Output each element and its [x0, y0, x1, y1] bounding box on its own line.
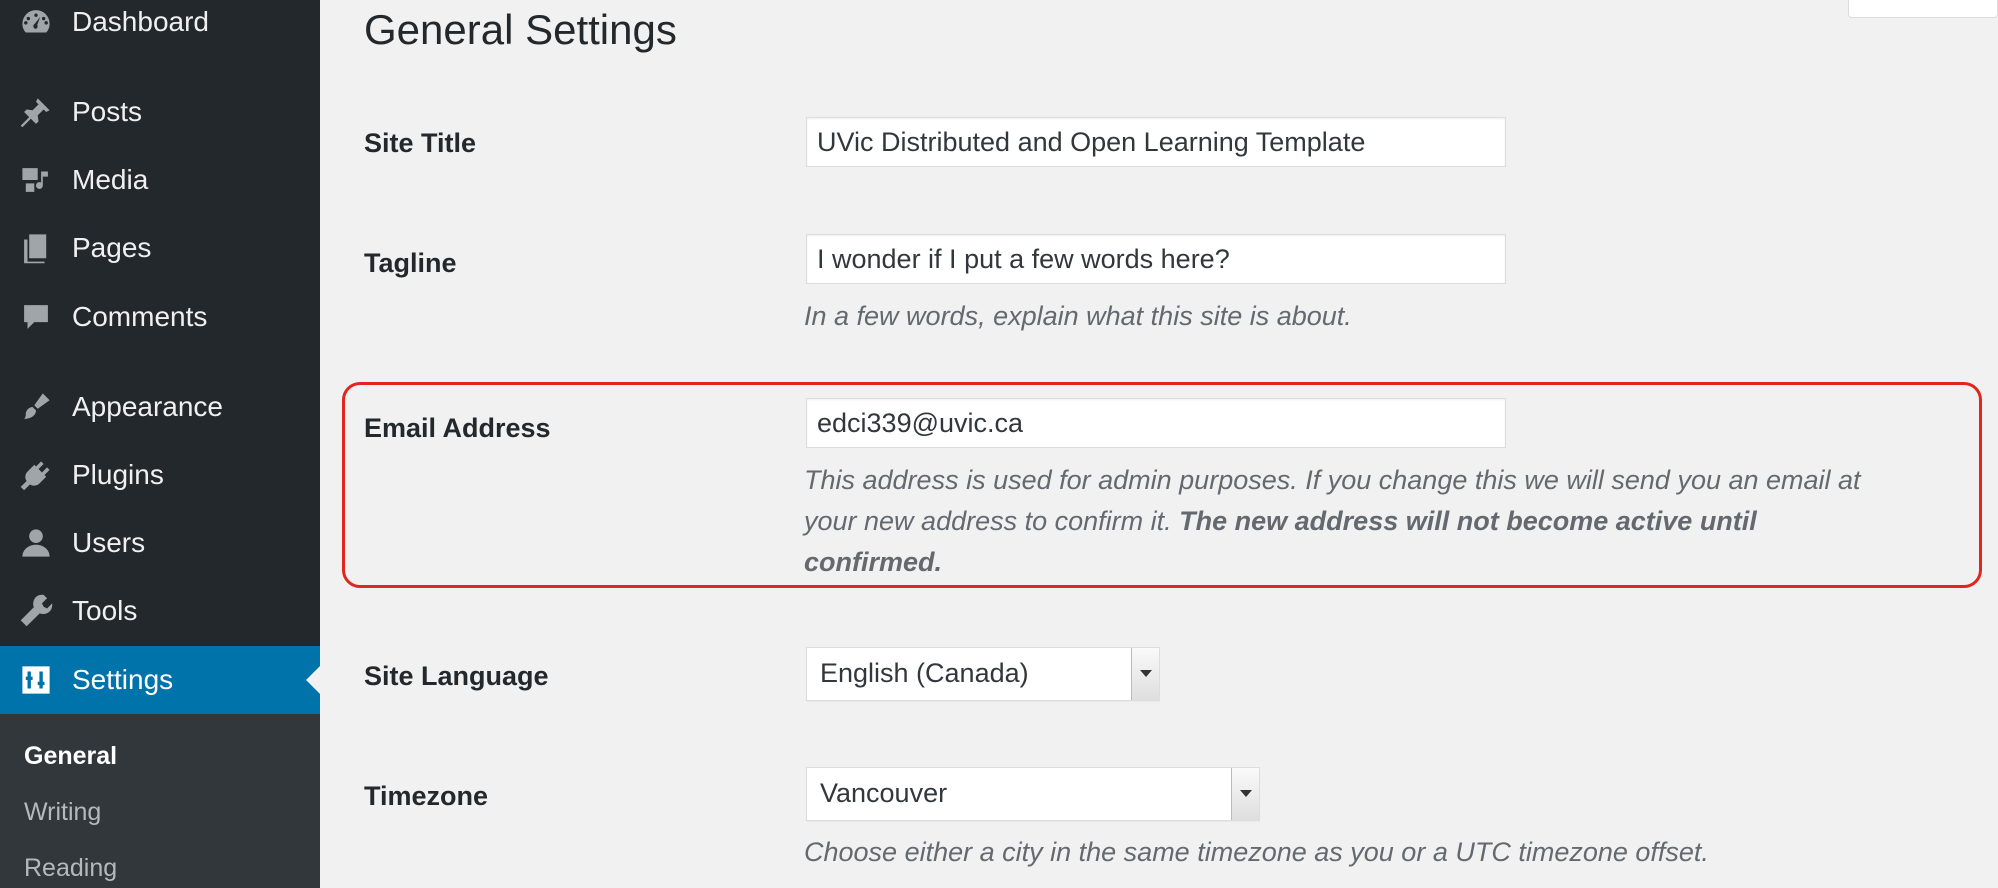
sidebar-item-plugins[interactable]: Plugins	[0, 445, 320, 505]
email-address-label: Email Address	[364, 413, 551, 443]
sidebar-item-users[interactable]: Users	[0, 513, 320, 573]
email-description-line-2: your new address to confirm it. The new …	[804, 501, 1984, 542]
comment-icon	[18, 299, 54, 335]
main-content: General Settings Site Title Tagline In a…	[320, 0, 1998, 888]
tagline-description: In a few words, explain what this site i…	[804, 301, 1352, 331]
dropdown-arrow-icon	[1131, 648, 1159, 700]
sidebar-item-label: Comments	[72, 301, 208, 332]
email-description-emphasis-end: confirmed.	[804, 547, 943, 577]
sidebar-item-label: Dashboard	[72, 6, 209, 37]
sidebar-item-label: Media	[72, 164, 149, 195]
email-description-line-1: This address is used for admin purposes.…	[804, 465, 1861, 495]
sidebar-item-label: Users	[72, 527, 146, 558]
sidebar-item-label: Plugins	[72, 459, 164, 490]
wrench-icon	[18, 593, 54, 629]
sidebar-item-dashboard[interactable]: Dashboard	[0, 0, 320, 52]
sidebar-item-label: Appearance	[72, 391, 224, 422]
submenu-item-writing[interactable]: Writing	[24, 798, 101, 827]
pushpin-icon	[18, 94, 54, 130]
timezone-select[interactable]: Vancouver	[806, 767, 1260, 821]
email-description-line-3: confirmed.	[804, 542, 1984, 583]
current-menu-arrow	[306, 666, 320, 694]
site-language-select[interactable]: English (Canada)	[806, 647, 1160, 701]
screen-options-button[interactable]	[1848, 0, 1998, 18]
sidebar-item-appearance[interactable]: Appearance	[0, 377, 320, 437]
user-icon	[18, 525, 54, 561]
timezone-description: Choose either a city in the same timezon…	[804, 837, 1709, 867]
sidebar-item-posts[interactable]: Posts	[0, 82, 320, 142]
site-title-label: Site Title	[364, 128, 477, 158]
plugin-icon	[18, 457, 54, 493]
tagline-label: Tagline	[364, 248, 457, 278]
dashboard-icon	[18, 4, 54, 40]
sidebar-item-label: Tools	[72, 595, 138, 626]
page-title: General Settings	[364, 6, 677, 53]
media-icon	[18, 162, 54, 198]
settings-sliders-icon	[18, 662, 54, 698]
email-description-text: your new address to confirm it.	[804, 506, 1180, 536]
sidebar-item-tools[interactable]: Tools	[0, 581, 320, 641]
admin-sidebar: Dashboard Posts Media Pages Comments App…	[0, 0, 320, 888]
sidebar-item-media[interactable]: Media	[0, 150, 320, 210]
site-language-value: English (Canada)	[820, 658, 1029, 688]
pages-icon	[18, 230, 54, 266]
sidebar-item-label: Settings	[72, 664, 174, 695]
submenu-item-reading[interactable]: Reading	[24, 854, 117, 883]
email-address-input[interactable]	[806, 398, 1506, 448]
sidebar-item-settings[interactable]: Settings	[0, 646, 320, 714]
paintbrush-icon	[18, 389, 54, 425]
settings-submenu: General Writing Reading	[0, 714, 320, 888]
sidebar-item-label: Posts	[72, 96, 143, 127]
sidebar-item-label: Pages	[72, 232, 152, 263]
timezone-value: Vancouver	[820, 778, 948, 808]
tagline-input[interactable]	[806, 234, 1506, 284]
site-language-label: Site Language	[364, 661, 549, 691]
dropdown-arrow-icon	[1231, 768, 1259, 820]
email-description-emphasis: The new address will not become active u…	[1179, 506, 1757, 536]
site-title-input[interactable]	[806, 117, 1506, 167]
timezone-label: Timezone	[364, 781, 489, 811]
submenu-item-general[interactable]: General	[24, 742, 117, 771]
sidebar-item-comments[interactable]: Comments	[0, 287, 320, 347]
sidebar-item-pages[interactable]: Pages	[0, 218, 320, 278]
email-description: This address is used for admin purposes.…	[804, 460, 1984, 583]
